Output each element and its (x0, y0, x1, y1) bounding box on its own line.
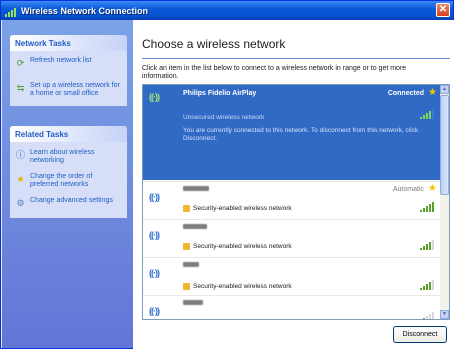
info-icon: ⓘ (15, 149, 25, 160)
network-tasks-header[interactable]: Network Tasks (10, 35, 127, 51)
security-label: Security-enabled wireless network (193, 205, 292, 212)
window-title: Wireless Network Connection (21, 5, 148, 16)
network-item[interactable]: ((·)) Security-enabled wireless network (143, 257, 442, 295)
security-status: Security-enabled wireless network (183, 205, 292, 212)
change-order-link[interactable]: ★ Change the order of preferred networks (10, 169, 127, 193)
signal-strength-icon (420, 202, 434, 212)
wireless-antenna-icon: ((·)) (149, 192, 160, 202)
change-advanced-settings-link[interactable]: ⚙ Change advanced settings (10, 193, 127, 218)
title-bar[interactable]: Wireless Network Connection ✕ (1, 1, 453, 20)
main-pane: Choose a wireless network Click an item … (133, 20, 454, 349)
wireless-antenna-icon: ((·)) (149, 306, 160, 316)
scroll-up-button[interactable]: ▲ (440, 85, 449, 94)
security-status: Security-enabled wireless network (183, 283, 292, 290)
network-item[interactable]: ((·)) Automatic ★ Security-enabled wirel… (143, 181, 442, 219)
setup-wireless-network-link[interactable]: ⇆ Set up a wireless network for a home o… (10, 72, 127, 106)
disconnect-button[interactable]: Disconnect (393, 326, 447, 343)
scroll-down-button[interactable]: ▼ (440, 310, 449, 319)
wireless-network-window: Wireless Network Connection ✕ Network Ta… (0, 0, 454, 349)
network-name-redacted (183, 186, 209, 193)
lock-icon (183, 205, 190, 212)
task-pane: Network Tasks ⟳ Refresh network list ⇆ S… (2, 20, 133, 348)
related-tasks-header[interactable]: Related Tasks (10, 126, 127, 142)
connection-status: Connected (387, 90, 424, 97)
signal-strength-icon (420, 240, 434, 250)
learn-wireless-link[interactable]: ⓘ Learn about wireless networking (10, 142, 127, 169)
network-name-redacted (183, 262, 199, 269)
refresh-icon: ⟳ (16, 57, 25, 68)
close-button[interactable]: ✕ (436, 3, 450, 17)
security-status: Security-enabled wireless network (183, 243, 292, 250)
security-status: Unsecured wireless network (183, 114, 264, 121)
task-label: Set up a wireless network for a home or … (30, 82, 120, 97)
instructions-text: Click an item in the list below to conne… (142, 65, 407, 80)
security-label: Unsecured wireless network (183, 114, 265, 121)
network-item[interactable]: ((·)) Security-enabled wireless network (143, 219, 442, 257)
wireless-antenna-icon: ((·)) (149, 230, 160, 240)
wireless-connection-icon (5, 5, 17, 17)
network-name: Philips Fidelio AirPlay (183, 90, 257, 97)
page-title: Choose a wireless network (142, 37, 286, 51)
security-label: Security-enabled wireless network (193, 243, 292, 250)
title-divider (142, 58, 450, 59)
network-tasks-box: Network Tasks ⟳ Refresh network list ⇆ S… (10, 35, 127, 106)
connection-status: Automatic (392, 186, 424, 193)
signal-strength-icon (420, 312, 434, 319)
related-tasks-box: Related Tasks ⓘ Learn about wireless net… (10, 126, 127, 218)
preferred-star-icon: ★ (428, 87, 437, 98)
lock-icon (183, 243, 190, 250)
star-icon: ★ (16, 173, 25, 184)
network-item[interactable]: ((·)) (143, 295, 442, 319)
task-label: Refresh network list (30, 57, 92, 64)
network-name-redacted (183, 300, 203, 307)
connection-description: You are currently connected to this netw… (183, 127, 419, 142)
signal-strength-icon (420, 280, 434, 290)
lock-icon (183, 283, 190, 290)
network-list[interactable]: ((·)) Philips Fidelio AirPlay Connected … (142, 84, 450, 320)
settings-icon: ⚙ (16, 197, 25, 208)
signal-strength-icon (420, 109, 434, 119)
network-item-connected[interactable]: ((·)) Philips Fidelio AirPlay Connected … (143, 85, 442, 180)
network-list-scrollbar[interactable]: ▲ ▼ (440, 85, 449, 319)
wireless-antenna-icon: ((·)) (149, 268, 160, 278)
scroll-thumb[interactable] (440, 95, 449, 195)
network-name-redacted (183, 224, 207, 231)
preferred-star-icon: ★ (428, 183, 437, 194)
refresh-network-list-link[interactable]: ⟳ Refresh network list (10, 51, 127, 72)
setup-network-icon: ⇆ (16, 82, 25, 93)
wireless-antenna-icon: ((·)) (149, 92, 160, 102)
close-icon: ✕ (438, 4, 448, 15)
task-label: Learn about wireless networking (30, 149, 95, 164)
task-label: Change advanced settings (30, 197, 113, 204)
task-label: Change the order of preferred networks (30, 173, 93, 188)
security-label: Security-enabled wireless network (193, 283, 292, 290)
